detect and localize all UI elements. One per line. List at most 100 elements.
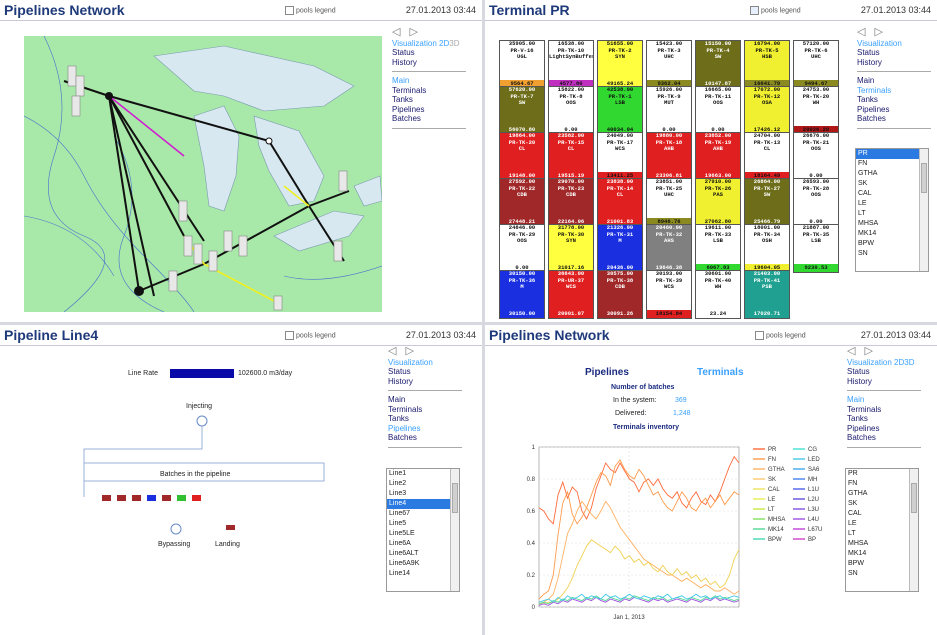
tank-tile[interactable]: 27592.00 PR-TK-22 CDB 27448.21	[499, 178, 545, 227]
nav-history[interactable]: History	[857, 58, 937, 68]
terminal-select-list[interactable]: PR FN GTHA SK CAL LE LT MHSA MK14 BPW SN	[855, 148, 929, 272]
list-option[interactable]: Line14	[387, 569, 459, 579]
batch-block[interactable]	[117, 495, 126, 501]
nav-visualization[interactable]: Visualization	[388, 358, 468, 368]
line-select-list[interactable]: Line1 Line2 Line3 Line4 Line67 Line5 Line5LE Li…	[386, 468, 460, 592]
terminal-select-list[interactable]: PR FN GTHA SK CAL LE LT MHSA MK14 BPW SN	[845, 468, 919, 592]
tank-tile[interactable]: 15822.00 PR-TK-8 OOS 0.00	[548, 86, 594, 135]
nav-terminals[interactable]: Terminals	[857, 86, 937, 96]
tank-tile[interactable]: 31778.00 PR-TK-30 SYN 31017.16	[548, 224, 594, 273]
list-option[interactable]: FN	[856, 159, 928, 169]
list-option[interactable]: SK	[856, 179, 928, 189]
tab-terminals[interactable]: Terminals	[697, 367, 744, 378]
list-option[interactable]: MHSA	[846, 539, 918, 549]
batch-block[interactable]	[102, 495, 111, 501]
tank-tile[interactable]: 15423.00 PR-TK-3 UHC 9362.04	[646, 40, 692, 89]
tank-tile[interactable]: 16794.00 PR-TK-5 HSB 16641.79	[744, 40, 790, 89]
batch-block[interactable]	[162, 495, 171, 501]
nav-main[interactable]: Main	[847, 395, 927, 405]
batch-block[interactable]	[177, 495, 186, 501]
list-option[interactable]: LE	[846, 519, 918, 529]
list-option[interactable]: Line6A9K	[387, 559, 459, 569]
tank-tile[interactable]: 21887.00 PR-TK-35 LSB 9230.53	[793, 224, 839, 273]
tank-tile[interactable]: 30150.00 PR-TK-36 M 30150.00	[499, 270, 545, 319]
list-option[interactable]: Line6A	[387, 539, 459, 549]
nav-status[interactable]: Status	[388, 367, 468, 377]
tank-tile[interactable]: 29070.00 PR-TK-23 CDB 22164.06	[548, 178, 594, 227]
tank-tile[interactable]: 16665.00 PR-TK-11 OOS 0.00	[695, 86, 741, 135]
nav-terminals[interactable]: Terminals	[847, 405, 927, 415]
nav-terminals[interactable]: Terminals	[392, 86, 472, 96]
list-option[interactable]: CAL	[846, 509, 918, 519]
network-map[interactable]	[24, 36, 382, 312]
list-option[interactable]: GTHA	[846, 489, 918, 499]
nav-batches[interactable]: Batches	[388, 433, 468, 443]
nav-tanks[interactable]: Tanks	[857, 95, 937, 105]
tank-tile[interactable]: 16538.00 PR-TK-10 LightSynBuffer 4577.80	[548, 40, 594, 89]
nav-main[interactable]: Main	[388, 395, 468, 405]
tank-tile[interactable]: 57620.00 PR-TK-7 SW 56070.80	[499, 86, 545, 135]
nav-status[interactable]: Status	[857, 48, 937, 58]
list-option[interactable]: Line4	[387, 499, 459, 509]
list-option[interactable]: LE	[856, 199, 928, 209]
list-option[interactable]: MK14	[846, 549, 918, 559]
pools-legend-checkbox[interactable]: pools legend	[755, 331, 806, 340]
tank-tile[interactable]: 42538.00 PR-TK-1 LSB 40034.04	[597, 86, 643, 135]
tank-tile[interactable]: 27910.00 PR-TK-26 PAS 27062.80	[695, 178, 741, 227]
scrollbar[interactable]	[909, 469, 918, 591]
nav-pipelines[interactable]: Pipelines	[857, 105, 937, 115]
tank-tile[interactable]: 30575.00 PR-TK-38 CDB 30091.26	[597, 270, 643, 319]
list-option[interactable]: MHSA	[856, 219, 928, 229]
scrollbar[interactable]	[919, 149, 928, 271]
vertical-divider[interactable]	[482, 0, 485, 635]
nav-batches[interactable]: Batches	[857, 114, 937, 124]
tank-tile[interactable]: 23838.00 PR-TK-14 CL 21001.83	[597, 178, 643, 227]
tank-tile[interactable]: 21326.00 PR-TK-31 M 20436.00	[597, 224, 643, 273]
tank-tile[interactable]: 19864.00 PR-TK-20 CL 19148.00	[499, 132, 545, 181]
tank-tile[interactable]: 24753.00 PR-TK-20 WH 20026.20	[793, 86, 839, 135]
nav-arrows[interactable]: ◁ ▷	[847, 346, 927, 357]
list-option[interactable]: Line6ALT	[387, 549, 459, 559]
list-option[interactable]: Line5LE	[387, 529, 459, 539]
nav-pipelines[interactable]: Pipelines	[392, 105, 472, 115]
list-option[interactable]: CAL	[856, 189, 928, 199]
nav-history[interactable]: History	[388, 377, 468, 387]
list-option[interactable]: LT	[856, 209, 928, 219]
scrollbar[interactable]	[450, 469, 459, 591]
nav-arrows[interactable]: ◁ ▷	[388, 346, 468, 357]
terminals-inventory-chart[interactable]: 0 0.2 0.4 0.6 0.8 1 Jan 1, 2013 PR FN GTHA SK CAL LE…	[505, 437, 845, 633]
tank-tile[interactable]: 15150.00 PR-TK-4 SW 10147.87	[695, 40, 741, 89]
list-option[interactable]: BPW	[846, 559, 918, 569]
list-option[interactable]: BPW	[856, 239, 928, 249]
tank-tile[interactable]: 26676.00 PR-TK-21 OOS 0.00	[793, 132, 839, 181]
list-option[interactable]: Line1	[387, 469, 459, 479]
tank-tile[interactable]: 18001.00 PR-TK-34 OSH 19604.05	[744, 224, 790, 273]
tank-tile[interactable]: 17072.00 PR-TK-12 OSA 17426.12	[744, 86, 790, 135]
tank-tile[interactable]: 51655.00 PR-TK-2 SYN 49165.24	[597, 40, 643, 89]
nav-tanks[interactable]: Tanks	[392, 95, 472, 105]
tank-tile[interactable]: 23582.00 PR-TK-15 CL 19515.19	[548, 132, 594, 181]
tank-tile[interactable]: 36643.00 PR-UR-37 WCS 20001.07	[548, 270, 594, 319]
nav-pipelines[interactable]: Pipelines	[847, 424, 927, 434]
nav-history[interactable]: History	[847, 377, 927, 387]
tank-tile[interactable]: 30601.00 PR-TK-40 WH 23.24	[695, 270, 741, 319]
tank-tile[interactable]: 26593.00 PR-TK-28 OOS 0.00	[793, 178, 839, 227]
list-option[interactable]: Line5	[387, 519, 459, 529]
horizontal-divider[interactable]	[0, 322, 937, 325]
nav-status[interactable]: Status	[392, 48, 472, 58]
nav-status[interactable]: Status	[847, 367, 927, 377]
tank-tile[interactable]: 24846.00 PR-TK-29 OOS 0.00	[499, 224, 545, 273]
list-option[interactable]: SK	[846, 499, 918, 509]
list-option[interactable]: GTHA	[856, 169, 928, 179]
batch-block[interactable]	[132, 495, 141, 501]
pools-legend-checkbox[interactable]: pools legend	[750, 6, 801, 15]
batch-block[interactable]	[147, 495, 156, 501]
nav-main[interactable]: Main	[857, 76, 937, 86]
nav-tanks[interactable]: Tanks	[388, 414, 468, 424]
nav-visualization[interactable]: Visualization 2D3D	[847, 358, 927, 368]
nav-visualization[interactable]: Visualization	[857, 39, 937, 49]
list-option[interactable]: Line3	[387, 489, 459, 499]
nav-arrows[interactable]: ◁ ▷	[392, 27, 472, 38]
tank-tile[interactable]: 24049.00 PR-TK-17 WCS 13411.25	[597, 132, 643, 181]
tank-tile[interactable]: 26864.00 PR-TK-27 SW 25466.79	[744, 178, 790, 227]
